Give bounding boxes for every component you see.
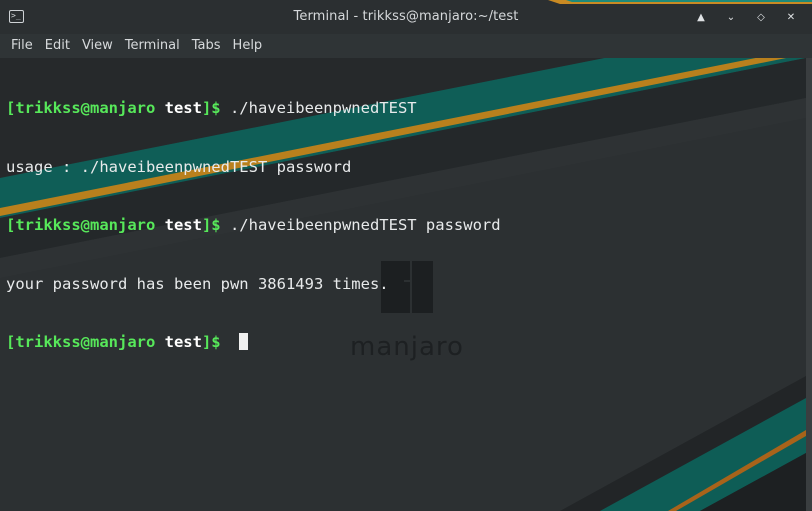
prompt: [trikkss@manjaro test]$ [6,99,230,117]
output-text: your password has been pwn 3861493 times… [6,274,389,293]
terminal-line: usage : ./haveibeenpwnedTEST password [6,158,501,178]
menu-edit[interactable]: Edit [39,34,76,58]
command-text: ./haveibeenpwnedTEST password [229,216,501,234]
prompt: [trikkss@manjaro test]$ [6,216,230,234]
maximize-button[interactable]: ◇ [746,9,776,27]
output-text: usage : ./haveibeenpwnedTEST password [6,157,352,176]
terminal-line: [trikkss@manjaro test]$ ./haveibeenpwned… [6,216,501,236]
keep-above-button[interactable]: ▲ [686,9,716,27]
menu-terminal[interactable]: Terminal [119,34,186,58]
minimize-button[interactable]: ⌄ [716,9,746,27]
menu-bar: File Edit View Terminal Tabs Help [0,34,812,58]
terminal-output: [trikkss@manjaro test]$ ./haveibeenpwned… [6,60,501,392]
terminal-line: [trikkss@manjaro test]$ ./haveibeenpwned… [6,99,501,119]
title-bar[interactable]: >_ Terminal - trikkss@manjaro:~/test ▲ ⌄… [0,0,812,34]
terminal-line: your password has been pwn 3861493 times… [6,275,501,295]
menu-tabs[interactable]: Tabs [186,34,227,58]
terminal-line: [trikkss@manjaro test]$ [6,333,501,353]
terminal-window: >_ Terminal - trikkss@manjaro:~/test ▲ ⌄… [0,0,812,511]
close-button[interactable]: ✕ [776,9,806,27]
command-text: ./haveibeenpwnedTEST [229,99,417,117]
scrollbar[interactable] [806,58,812,511]
menu-view[interactable]: View [76,34,119,58]
menu-help[interactable]: Help [227,34,269,58]
scrollbar-thumb[interactable] [806,58,812,511]
prompt: [trikkss@manjaro test]$ [6,333,230,351]
terminal-area[interactable]: manjaro [trikkss@manjaro test]$ ./haveib… [0,58,806,511]
text-cursor [238,333,248,350]
menu-file[interactable]: File [5,34,39,58]
window-controls: ▲ ⌄ ◇ ✕ [686,9,806,27]
